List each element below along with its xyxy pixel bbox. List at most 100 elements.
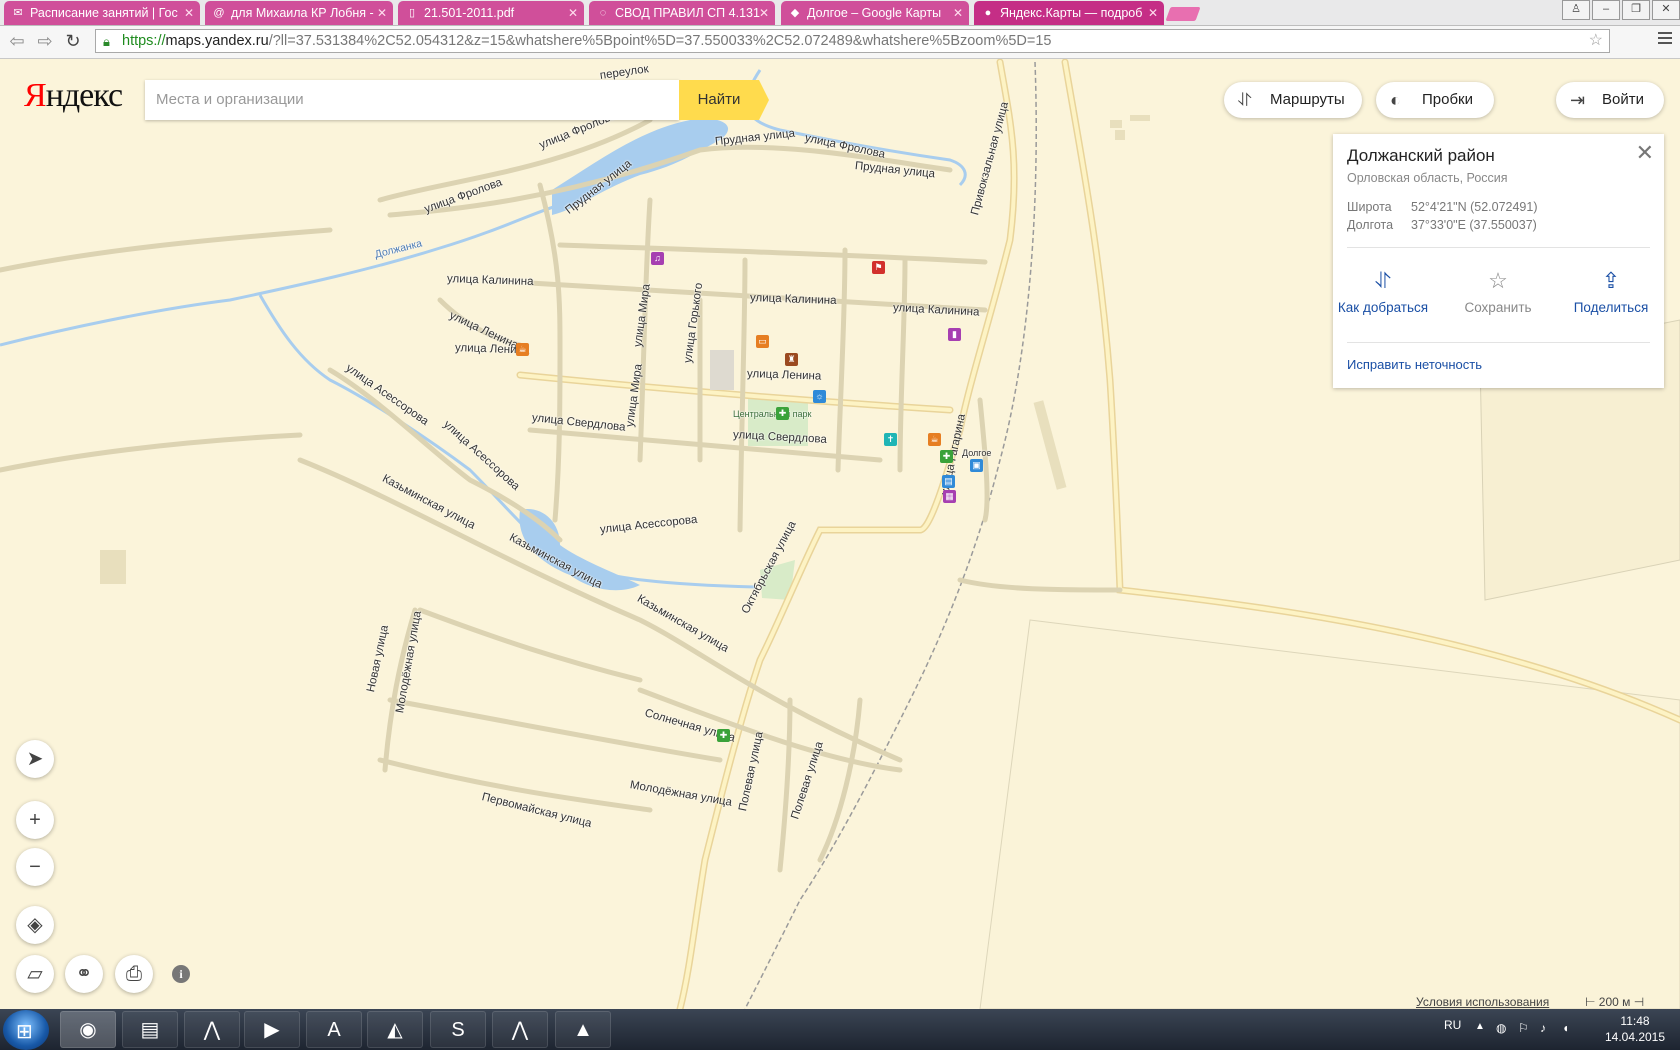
save-button[interactable]: ☆ Сохранить: [1448, 268, 1548, 315]
logo-letter: Я: [24, 77, 47, 114]
settlement-label: Долгое: [962, 448, 992, 458]
tab-mail[interactable]: @ для Михаила КР Лобня - ✕: [205, 1, 393, 25]
url-host: maps.yandex.ru: [165, 33, 269, 49]
tab-close-icon[interactable]: ✕: [377, 1, 387, 25]
speaker-icon[interactable]: ◖: [1562, 1021, 1569, 1035]
start-button[interactable]: ⊞: [3, 1010, 49, 1050]
tab-yandex-maps[interactable]: ● Яндекс.Карты — подроб ✕: [974, 1, 1164, 25]
minimize-icon[interactable]: –: [1592, 0, 1620, 20]
route-icon: ⥯: [1374, 268, 1392, 293]
layers-icon[interactable]: ◈: [16, 906, 54, 944]
locate-me-icon[interactable]: ➤: [16, 740, 54, 778]
pharmacy-icon[interactable]: ✚: [717, 729, 730, 742]
zoom-out-icon[interactable]: −: [16, 848, 54, 886]
pharmacy-icon[interactable]: ✚: [940, 450, 953, 463]
fix-inaccuracy-link[interactable]: Исправить неточность: [1347, 357, 1482, 372]
ruler-icon[interactable]: ▱: [16, 955, 54, 993]
yandex-logo[interactable]: Яндекс: [24, 77, 123, 115]
share-icon: ⇪: [1601, 268, 1621, 293]
tab-close-icon[interactable]: ✕: [568, 1, 578, 25]
tab-label: СВОД ПРАВИЛ СП 4.131: [615, 6, 760, 20]
explorer-taskbar-icon[interactable]: ▤: [122, 1011, 178, 1048]
save-label: Сохранить: [1464, 300, 1532, 315]
bookmark-star-icon[interactable]: ☆: [1589, 30, 1603, 52]
print-icon[interactable]: ⎙: [115, 955, 153, 993]
cafe-icon[interactable]: ☕︎: [928, 433, 941, 446]
shop-icon[interactable]: ▮: [948, 328, 961, 341]
traffic-icon: ◐: [1390, 90, 1401, 110]
restore-icon[interactable]: ❐: [1622, 0, 1650, 20]
logo-text: ндекс: [45, 77, 123, 114]
latitude-row: Широта 52°4'21"N (52.072491): [1347, 200, 1538, 214]
language-indicator[interactable]: RU: [1444, 1018, 1461, 1032]
latitude-value: 52°4'21"N (52.072491): [1411, 200, 1538, 214]
bus-stop-icon[interactable]: ▣: [970, 459, 983, 472]
app-taskbar-icon[interactable]: ◭: [367, 1011, 423, 1048]
food-icon[interactable]: ▭: [756, 335, 769, 348]
routes-button[interactable]: ⥯ Маршруты: [1224, 82, 1362, 118]
back-arrow-icon[interactable]: ⇦: [6, 30, 28, 52]
show-hidden-icons-icon[interactable]: ▲: [1475, 1021, 1485, 1032]
flag-icon[interactable]: ⚐: [1518, 1021, 1529, 1035]
traffic-label: Пробки: [1422, 91, 1473, 108]
new-tab-button[interactable]: [1165, 7, 1201, 21]
zoom-in-icon[interactable]: +: [16, 801, 54, 839]
clock-time: 11:48: [1620, 1014, 1650, 1028]
share-button[interactable]: ⇪ Поделиться: [1561, 268, 1661, 315]
search-input[interactable]: Места и организации: [145, 80, 679, 120]
park-label: Центральный парк: [733, 409, 812, 419]
traffic-button[interactable]: ◐ Пробки: [1376, 82, 1494, 118]
bank-icon[interactable]: ☼: [813, 390, 826, 403]
network-icon[interactable]: ◍: [1496, 1021, 1506, 1035]
user-icon[interactable]: ♙: [1562, 0, 1590, 20]
clock[interactable]: 11:48 14.04.2015: [1600, 1013, 1670, 1045]
windows-taskbar: ⊞ ◉ ▤ ⋀ ▶ A ◭ S ⋀ ▲ RU ▲ ◍ ⚐ ♪ ◖ 11:48 1…: [0, 1009, 1680, 1050]
login-button[interactable]: ⇥ Войти: [1556, 82, 1664, 118]
cafe-icon[interactable]: ☕︎: [516, 343, 529, 356]
login-icon: ⇥: [1570, 90, 1586, 110]
chrome-menu-icon[interactable]: [1658, 32, 1672, 47]
url-path: /?ll=37.531384%2C52.054312&z=15&whatsher…: [268, 33, 1052, 49]
app-taskbar-icon[interactable]: ⋀: [184, 1011, 240, 1048]
monument-icon[interactable]: ♜: [785, 353, 798, 366]
buildings: [100, 115, 1150, 584]
media-player-taskbar-icon[interactable]: ▶: [244, 1011, 300, 1048]
lock-icon: 🔒︎: [103, 34, 110, 49]
reload-icon[interactable]: ↻: [62, 30, 84, 52]
skype-taskbar-icon[interactable]: S: [430, 1011, 486, 1048]
tab-close-icon[interactable]: ✕: [953, 1, 963, 25]
tab-close-icon[interactable]: ✕: [759, 1, 769, 25]
theatre-icon[interactable]: ♫: [651, 252, 664, 265]
close-icon[interactable]: ✕: [1636, 140, 1654, 166]
terms-of-use-link[interactable]: Условия использования: [1416, 995, 1549, 1009]
volume-muted-icon[interactable]: ♪: [1540, 1021, 1546, 1035]
scale-value: 200 м: [1598, 995, 1631, 1009]
train-station-icon[interactable]: ▤: [942, 475, 955, 488]
address-bar[interactable]: 🔒︎ https://maps.yandex.ru/?ll=37.531384%…: [95, 29, 1610, 53]
route-here-button[interactable]: ⥯ Как добраться: [1333, 268, 1433, 315]
tab-label: Яндекс.Карты — подроб: [1000, 6, 1143, 20]
find-button[interactable]: Найти: [679, 80, 769, 120]
mail-at-icon: @: [213, 7, 225, 19]
autocad-taskbar-icon[interactable]: A: [306, 1011, 362, 1048]
forward-arrow-icon[interactable]: ⇨: [34, 30, 56, 52]
tab-close-icon[interactable]: ✕: [184, 1, 194, 25]
app-taskbar-icon[interactable]: ⋀: [492, 1011, 548, 1048]
route-here-label: Как добраться: [1337, 300, 1429, 315]
close-window-icon[interactable]: ✕: [1652, 0, 1680, 20]
tab-pdf[interactable]: ▯ 21.501-2011.pdf ✕: [398, 1, 584, 25]
autocad-2010-taskbar-icon[interactable]: ▲: [555, 1011, 611, 1048]
tab-close-icon[interactable]: ✕: [1148, 1, 1158, 25]
chrome-taskbar-icon[interactable]: ◉: [60, 1011, 116, 1048]
panorama-binoculars-icon[interactable]: ⚭: [65, 955, 103, 993]
landmark-icon[interactable]: ⚑: [872, 261, 885, 274]
info-icon[interactable]: i: [172, 965, 190, 983]
tab-schedule[interactable]: ✉ Расписание занятий | Гос ✕: [4, 1, 200, 25]
church-icon[interactable]: ✝: [884, 433, 897, 446]
login-label: Войти: [1602, 91, 1644, 108]
tab-label: для Михаила КР Лобня -: [231, 6, 374, 20]
market-icon[interactable]: ▦: [943, 490, 956, 503]
tab-google-maps[interactable]: ◆ Долгое – Google Карты ✕: [781, 1, 969, 25]
pharmacy-icon[interactable]: ✚: [776, 407, 789, 420]
tab-svod-pravil[interactable]: ◌ СВОД ПРАВИЛ СП 4.131 ✕: [589, 1, 775, 25]
